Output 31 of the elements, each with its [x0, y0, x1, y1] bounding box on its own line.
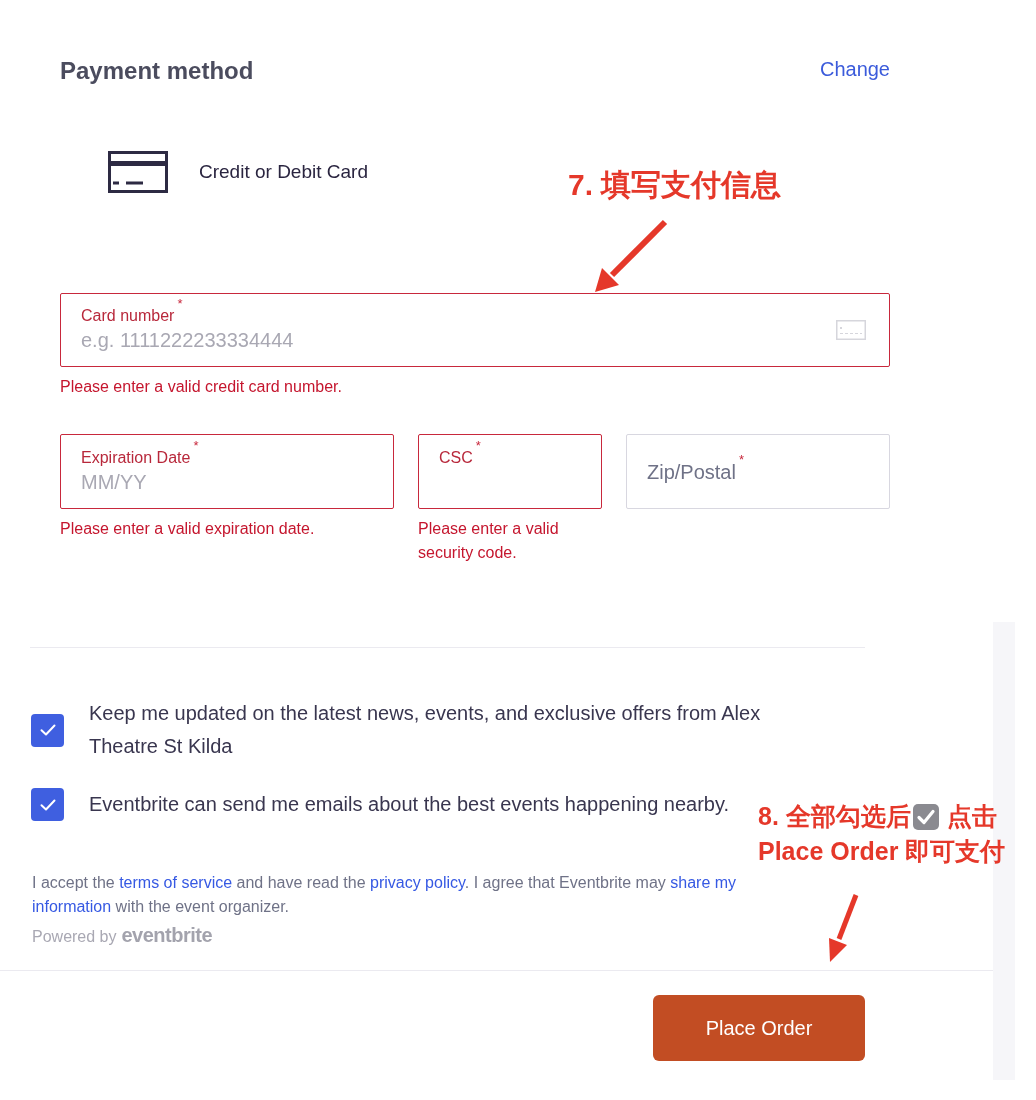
powered-by-label: Powered by: [32, 927, 117, 947]
checkbox-label: Eventbrite can send me emails about the best events happening nearby.: [89, 792, 730, 817]
error-message: Please enter a valid credit card number.: [60, 377, 343, 397]
payment-option-label: Credit or Debit Card: [199, 160, 368, 184]
annotation-text: Place Order 即可支付: [758, 836, 1006, 867]
annotation-text: 点击: [946, 801, 997, 832]
legal-text: I accept the terms of service and have read the privacy policy. I agree that Eventbrite may share my information with the event organizer.: [32, 873, 738, 917]
checked-box-icon: [912, 803, 939, 830]
annotation-text: 8. 全部勾选后: [758, 801, 911, 832]
credit-card-icon: [108, 151, 168, 193]
checkbox[interactable]: [31, 788, 64, 821]
place-order-button[interactable]: Place Order: [653, 995, 865, 1061]
check-icon: [39, 724, 56, 736]
expiration-date-input[interactable]: MM/YY: [81, 467, 370, 496]
error-message: Please enter a valid security code.: [418, 519, 560, 563]
error-message: Please enter a valid expiration date.: [60, 519, 316, 539]
policy-link[interactable]: privacy policy: [370, 874, 465, 891]
card-icon: [836, 320, 866, 340]
policy-link[interactable]: share my: [670, 874, 737, 891]
change-link[interactable]: Change: [819, 55, 890, 83]
check-icon: [39, 798, 56, 811]
checkbox[interactable]: [31, 713, 64, 747]
policy-link[interactable]: terms of service: [119, 874, 233, 891]
card-number-input[interactable]: e.g. 1111222233334444: [81, 326, 824, 354]
logo-wordmark: eventbrite: [121, 923, 213, 947]
section-title: Payment method: [60, 56, 254, 86]
annotation-text: 7. 填写支付信息: [568, 167, 782, 203]
checkbox-label: Keep me updated on the latest news, events, and exclusive offers from Alex Theatre St Kilda: [89, 701, 762, 759]
postal-code-field[interactable]: Zip/Postal$^{*}$: [626, 434, 890, 509]
policy-link[interactable]: information: [32, 898, 112, 915]
annotation-arrow: [829, 894, 859, 962]
